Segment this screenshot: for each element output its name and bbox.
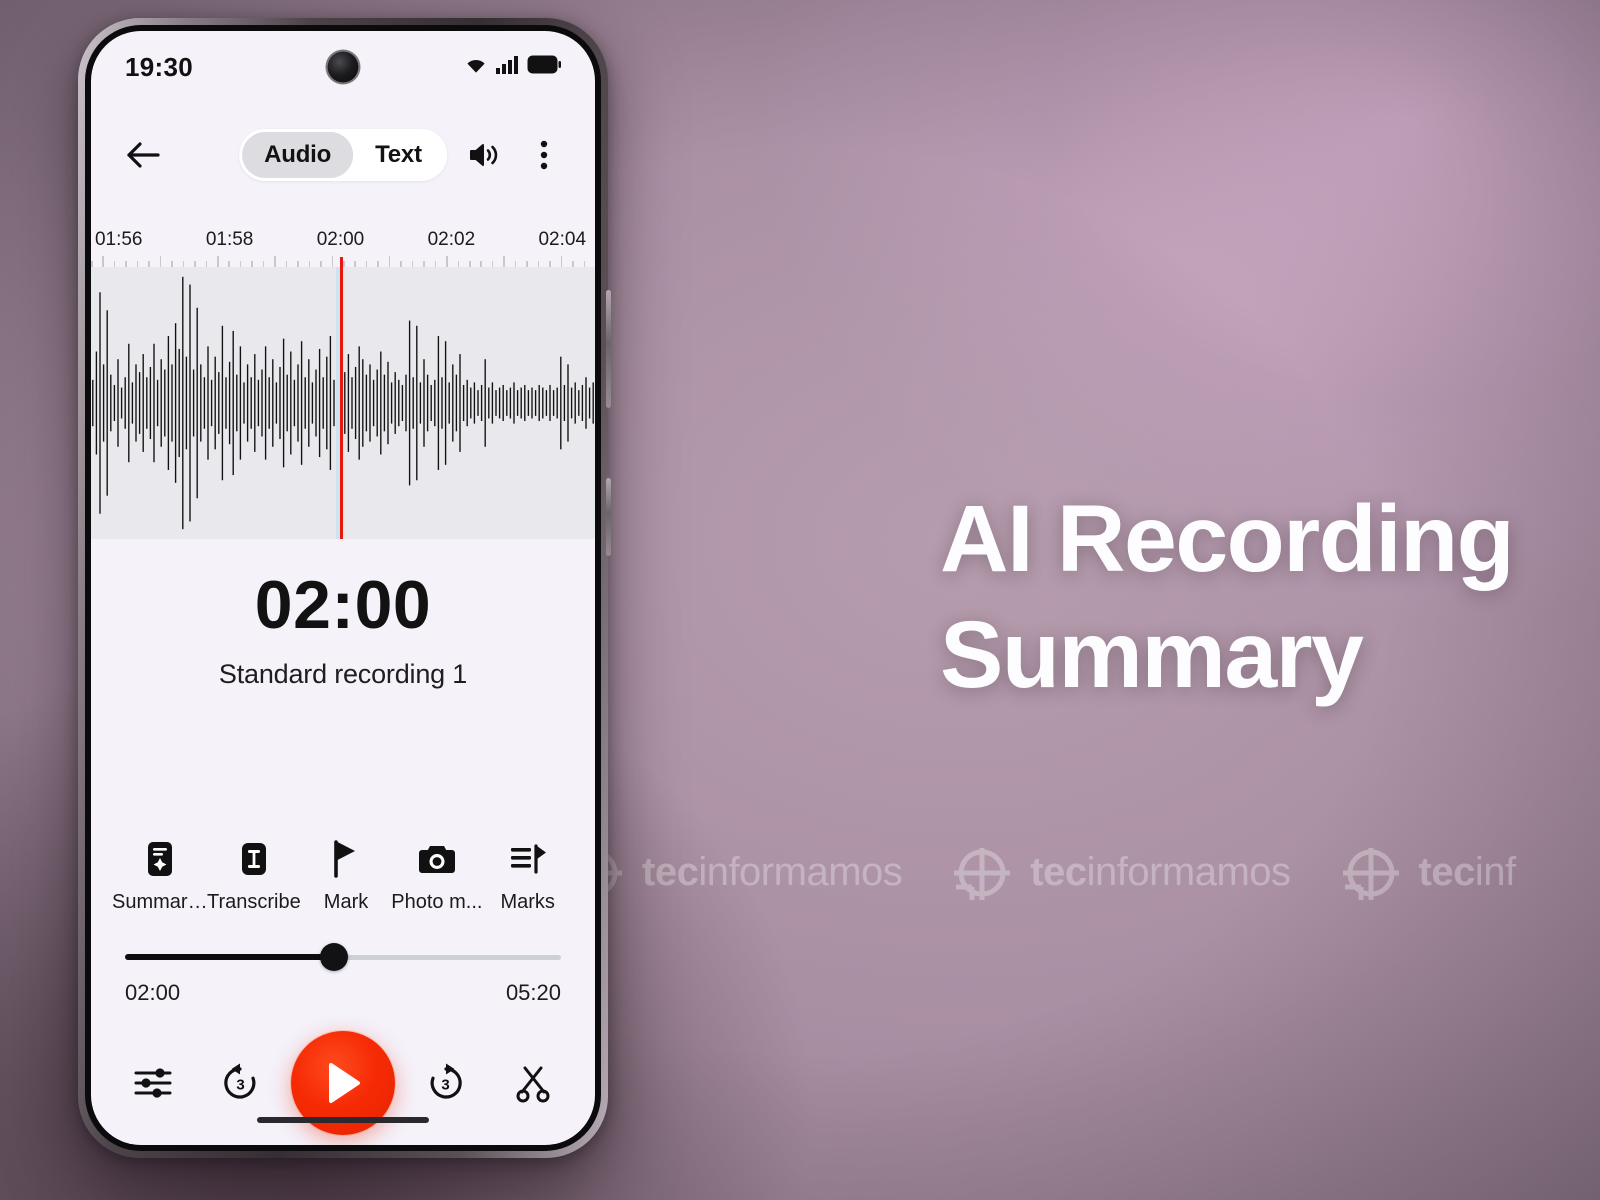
back-button[interactable] bbox=[119, 131, 167, 179]
slider-time-labels: 02:00 05:20 bbox=[125, 980, 561, 1006]
ruler-tick bbox=[503, 256, 505, 267]
status-icons bbox=[463, 55, 561, 80]
action-photo-memo[interactable]: Photo m... bbox=[391, 839, 482, 914]
action-label: Marks bbox=[500, 891, 555, 913]
elapsed-time: 02:00 bbox=[125, 980, 181, 1005]
ruler-tick bbox=[446, 256, 448, 267]
ruler-tick bbox=[388, 256, 391, 267]
ruler-label: 01:56 bbox=[94, 229, 143, 250]
scissors-icon[interactable] bbox=[497, 1047, 569, 1119]
ruler-tick bbox=[159, 256, 162, 267]
action-mark[interactable]: Mark bbox=[301, 839, 392, 914]
slider-fill bbox=[125, 954, 335, 960]
headline: AI Recording Summary bbox=[940, 482, 1580, 714]
rewind-3-seconds-button[interactable]: 3 bbox=[204, 1047, 276, 1119]
ruler-label: 01:58 bbox=[205, 229, 254, 250]
tab-text[interactable]: Text bbox=[353, 132, 444, 178]
volume-button[interactable] bbox=[606, 290, 611, 408]
forward-3-seconds-button[interactable]: 3 bbox=[410, 1047, 482, 1119]
ruler-label: 02:04 bbox=[538, 229, 587, 250]
status-clock: 19:30 bbox=[125, 51, 193, 82]
transcribe-text-icon bbox=[237, 839, 271, 879]
ruler-tick bbox=[102, 256, 104, 267]
front-camera-punchhole bbox=[327, 51, 359, 83]
ruler-tick bbox=[274, 256, 276, 267]
svg-text:3: 3 bbox=[441, 1077, 449, 1094]
equalizer-sliders-icon[interactable] bbox=[117, 1047, 189, 1119]
tab-audio[interactable]: Audio bbox=[242, 132, 354, 178]
ruler-tick bbox=[560, 256, 563, 267]
action-label: Photo m... bbox=[391, 891, 483, 913]
ruler-tick bbox=[217, 256, 219, 267]
marks-list-icon bbox=[509, 839, 547, 879]
playhead-line[interactable] bbox=[336, 267, 344, 539]
cellular-signal-icon bbox=[496, 55, 520, 80]
recording-info: 02:00 Standard recording 1 bbox=[91, 571, 595, 690]
action-summarize[interactable]: Summari... bbox=[112, 839, 208, 914]
slider-thumb[interactable] bbox=[320, 943, 349, 971]
action-label: Mark bbox=[323, 891, 369, 913]
phone-screen: 19:30 Audio Text 01:56 01:58 02:00 02:02… bbox=[91, 31, 595, 1145]
audio-text-segmented-control[interactable]: Audio Text bbox=[239, 129, 447, 181]
speaker-volume-icon[interactable] bbox=[461, 132, 507, 178]
wifi-icon bbox=[463, 55, 489, 80]
action-label: Transcribe bbox=[207, 891, 301, 913]
battery-icon bbox=[527, 55, 561, 79]
home-indicator[interactable] bbox=[257, 1117, 429, 1123]
ruler-label: 02:00 bbox=[316, 229, 365, 250]
camera-icon bbox=[417, 839, 457, 879]
svg-text:3: 3 bbox=[236, 1077, 244, 1094]
more-vertical-icon[interactable] bbox=[521, 132, 567, 178]
ruler-label: 02:02 bbox=[427, 229, 476, 250]
total-time: 05:20 bbox=[505, 980, 561, 1005]
ruler-labels: 01:56 01:58 02:00 02:02 02:04 bbox=[91, 229, 595, 253]
power-button[interactable] bbox=[606, 478, 611, 556]
waveform-panel[interactable] bbox=[91, 267, 595, 539]
action-marks-list[interactable]: Marks bbox=[482, 839, 573, 914]
summarize-icon bbox=[144, 839, 176, 879]
flag-icon bbox=[331, 839, 361, 879]
ruler-tick bbox=[331, 256, 334, 267]
current-time-large: 02:00 bbox=[254, 567, 432, 643]
top-bar-actions bbox=[461, 132, 567, 178]
headline-line-2: Summary bbox=[940, 601, 1364, 708]
action-label: Summari... bbox=[112, 891, 208, 913]
headline-line-1: AI Recording bbox=[940, 486, 1515, 592]
action-button-row: Summari... Transcribe Mark Photo m... Ma… bbox=[112, 839, 573, 914]
playback-slider-zone: 02:00 05:20 bbox=[125, 943, 561, 1006]
recording-title: Standard recording 1 bbox=[218, 659, 468, 689]
app-top-bar: Audio Text bbox=[91, 119, 595, 191]
phone-bezel: 19:30 Audio Text 01:56 01:58 02:00 02:02… bbox=[85, 25, 601, 1151]
action-transcribe[interactable]: Transcribe bbox=[207, 839, 301, 914]
phone-device: 19:30 Audio Text 01:56 01:58 02:00 02:02… bbox=[78, 18, 611, 1158]
playback-slider[interactable] bbox=[125, 943, 561, 971]
